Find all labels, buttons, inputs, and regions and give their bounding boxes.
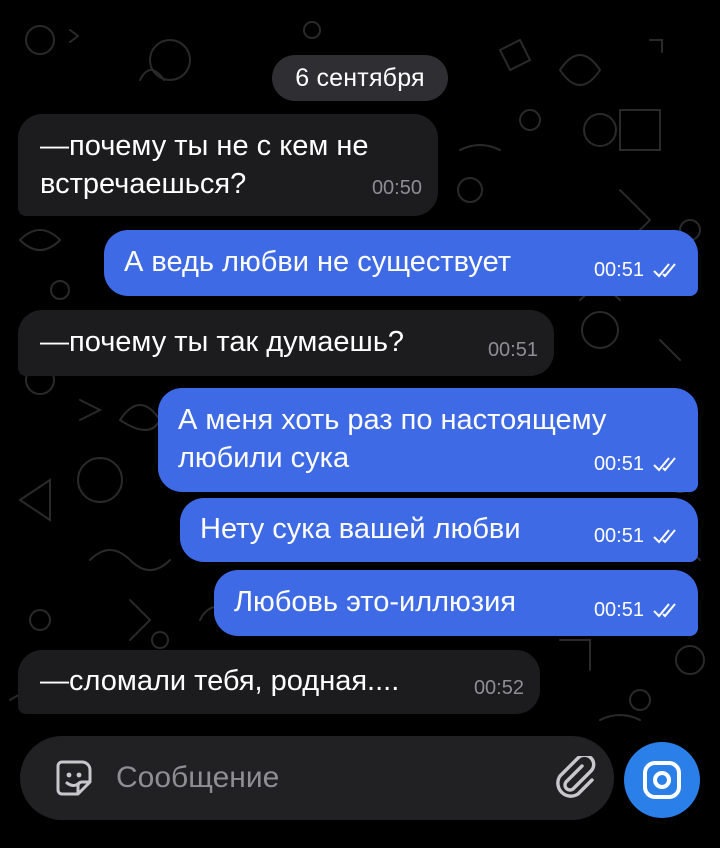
double-check-icon: [653, 529, 676, 544]
timestamp: 00:50: [371, 177, 422, 199]
message-text: А меня хоть раз по настоящему: [178, 404, 607, 436]
message-time: 00:51: [488, 332, 538, 368]
message-bubble-incoming[interactable]: —почему ты так думаешь? 00:51: [18, 310, 554, 376]
message-bubble-incoming[interactable]: —почему ты не с кем не встречаешься? 00:…: [18, 114, 438, 216]
message-text: —сломали тебя, родная....: [40, 665, 400, 697]
message-text: —почему ты не с кем не: [40, 130, 369, 162]
message-text: Нету сука вашей любви: [200, 513, 521, 545]
date-separator: 6 сентября: [272, 55, 448, 101]
timestamp: 00:51: [593, 525, 644, 547]
message-bubble-incoming[interactable]: —сломали тебя, родная.... 00:52: [18, 650, 540, 714]
camera-icon: [643, 761, 681, 799]
message-time: 00:51: [594, 252, 682, 288]
message-input-bar[interactable]: Сообщение: [20, 736, 614, 820]
message-bubble-outgoing[interactable]: А ведь любви не существует 00:51: [104, 230, 698, 296]
message-time: 00:51: [594, 446, 682, 482]
sticker-icon[interactable]: [54, 758, 94, 798]
timestamp: 00:51: [593, 599, 644, 621]
message-text: А ведь любви не существует: [124, 246, 512, 278]
message-time: 00:50: [372, 170, 422, 206]
message-text: Любовь это-иллюзия: [234, 586, 516, 618]
message-bubble-outgoing[interactable]: Нету сука вашей любви 00:51: [180, 498, 698, 562]
camera-button[interactable]: [624, 742, 700, 818]
message-bubble-outgoing[interactable]: А меня хоть раз по настоящему любили сук…: [158, 388, 698, 492]
double-check-icon: [653, 457, 676, 472]
timestamp: 00:51: [487, 339, 538, 361]
timestamp: 00:51: [593, 453, 644, 475]
timestamp: 00:51: [593, 259, 644, 281]
message-bubble-outgoing[interactable]: Любовь это-иллюзия 00:51: [214, 570, 698, 636]
double-check-icon: [653, 603, 676, 618]
timestamp: 00:52: [473, 677, 524, 699]
message-text: —почему ты так думаешь?: [40, 326, 405, 358]
message-text: встречаешься?: [40, 168, 247, 200]
message-text: любили сука: [178, 442, 350, 474]
double-check-icon: [653, 263, 676, 278]
message-time: 00:51: [594, 592, 682, 628]
paperclip-icon[interactable]: [552, 756, 596, 800]
message-input[interactable]: Сообщение: [116, 758, 279, 798]
message-time: 00:52: [474, 670, 524, 706]
message-time: 00:51: [594, 518, 682, 554]
